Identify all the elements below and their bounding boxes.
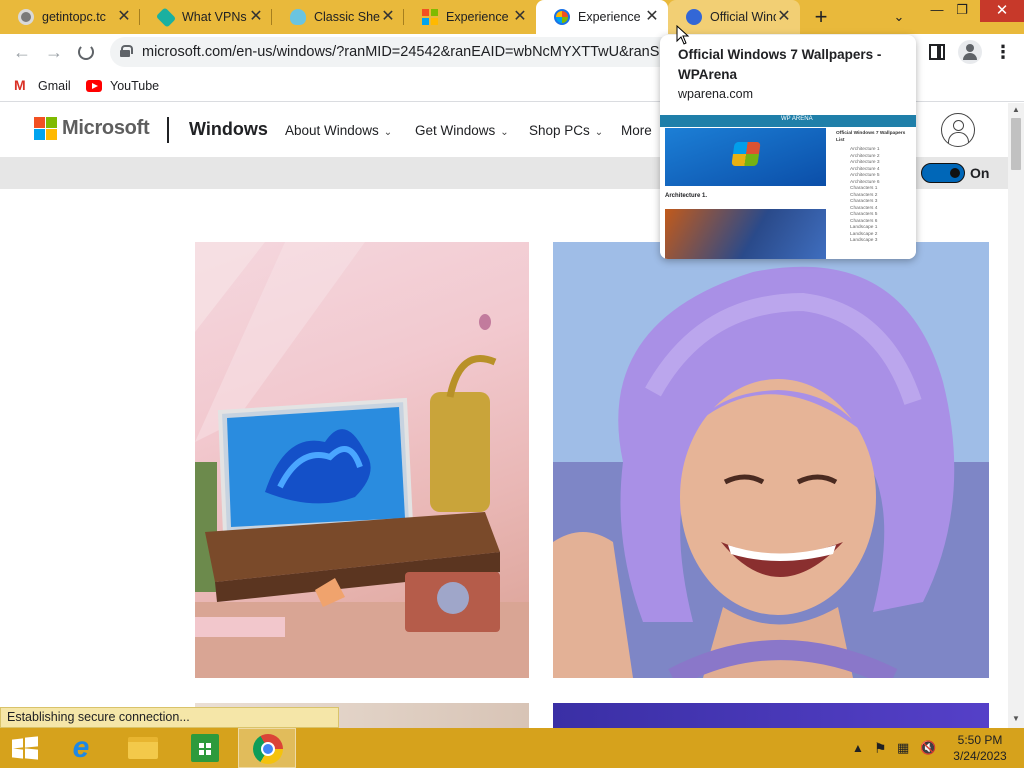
- tab-search-button[interactable]: ⌄: [888, 6, 910, 28]
- tab-title: Classic Shell: [314, 10, 380, 24]
- preview-side-list: Official Windows 7 Wallpapers List Archi…: [836, 131, 912, 245]
- tab-vpns[interactable]: What VPNs c ✕: [140, 0, 272, 34]
- smiling-woman-photo: [553, 242, 989, 678]
- hero-image-laptop[interactable]: [195, 242, 529, 678]
- internet-explorer-icon: e: [72, 731, 90, 764]
- hero-image-lower-right[interactable]: [553, 703, 989, 728]
- minimize-button[interactable]: —: [926, 0, 948, 22]
- profile-icon[interactable]: [958, 40, 982, 64]
- tab-title: Official Wind: [710, 10, 776, 24]
- bookmark-youtube[interactable]: YouTube: [86, 76, 159, 96]
- network-icon[interactable]: ▦: [897, 728, 909, 768]
- forward-button[interactable]: →: [42, 40, 66, 64]
- menu-icon[interactable]: ⋮: [994, 40, 1012, 64]
- hero-image-woman[interactable]: [553, 242, 989, 678]
- microsoft-logo-icon: [422, 9, 438, 25]
- mouse-cursor-icon: [676, 25, 690, 45]
- chevron-down-icon: ⌄: [383, 127, 393, 138]
- close-tab-icon[interactable]: ✕: [776, 9, 792, 25]
- shell-icon: [290, 9, 306, 25]
- tab-title: Experience t: [446, 10, 512, 24]
- taskbar-chrome[interactable]: [238, 728, 296, 768]
- nav-get-windows[interactable]: Get Windows ⌄: [415, 123, 509, 138]
- taskbar-store[interactable]: [176, 728, 234, 768]
- chrome-icon: [253, 734, 283, 764]
- vpn-site-icon: [155, 6, 177, 28]
- scroll-down-arrow-icon[interactable]: ▼: [1008, 712, 1024, 726]
- windows-brand[interactable]: Windows: [189, 119, 268, 140]
- windows-start-icon[interactable]: [12, 736, 38, 760]
- preview-side-item: Landscape 3: [850, 238, 878, 243]
- lock-icon[interactable]: [120, 45, 133, 57]
- toggle-switch[interactable]: [921, 163, 965, 183]
- volume-muted-icon[interactable]: 🔇: [920, 728, 936, 768]
- tray-overflow-icon[interactable]: ▲: [852, 728, 864, 768]
- tab-classic-shell[interactable]: Classic Shell ✕: [272, 0, 404, 34]
- hover-card-title: Official Windows 7 Wallpapers - WPArena: [678, 47, 882, 82]
- clock-time: 5:50 PM: [957, 733, 1003, 747]
- preview-site-name: WP ARENA: [781, 116, 813, 122]
- taskbar-file-explorer[interactable]: [114, 728, 172, 768]
- close-window-button[interactable]: ✕: [980, 0, 1024, 22]
- nav-about-windows[interactable]: About Windows ⌄: [285, 123, 392, 138]
- tab-title: Experience t: [578, 10, 644, 24]
- microsoft-brand[interactable]: Microsoft: [62, 117, 150, 140]
- taskbar-clock[interactable]: 5:50 PM 3/24/2023: [945, 732, 1015, 764]
- close-tab-icon[interactable]: ✕: [512, 9, 528, 25]
- preview-caption: Architecture 1.: [665, 193, 708, 199]
- tab-getintopc[interactable]: getintopc.tc ✕: [0, 0, 140, 34]
- youtube-icon: [86, 80, 102, 92]
- bookmark-label: YouTube: [110, 79, 160, 93]
- action-center-flag-icon[interactable]: ⚑: [874, 728, 887, 768]
- stop-loading-button[interactable]: [74, 40, 98, 64]
- toggle-label: On: [970, 165, 990, 181]
- hover-card-domain: wparena.com: [678, 87, 754, 101]
- wparena-icon: [686, 9, 702, 25]
- laptop-scene-illustration: [195, 242, 529, 678]
- scroll-thumb[interactable]: [1011, 118, 1021, 170]
- account-icon[interactable]: [941, 113, 975, 147]
- header-divider: [167, 117, 169, 143]
- new-tab-button[interactable]: +: [808, 4, 834, 30]
- globe-icon: [18, 9, 34, 25]
- gmail-icon: [14, 77, 30, 93]
- side-panel-icon[interactable]: [929, 44, 945, 60]
- close-tab-icon[interactable]: ✕: [248, 9, 264, 25]
- tab-title: What VPNs c: [182, 10, 248, 24]
- nav-shop-pcs[interactable]: Shop PCs ⌄: [529, 123, 603, 138]
- spinner-icon: [78, 44, 94, 60]
- bookmark-label: Gmail: [38, 79, 71, 93]
- tab-hover-card: Official Windows 7 Wallpapers - WPArena …: [660, 35, 916, 259]
- tab-title: getintopc.tc: [42, 10, 106, 24]
- store-icon: [191, 734, 219, 762]
- loading-icon: [554, 9, 570, 25]
- clock-date: 3/24/2023: [953, 749, 1007, 763]
- status-bubble: Establishing secure connection...: [0, 707, 339, 728]
- close-tab-icon[interactable]: ✕: [644, 9, 660, 25]
- tab-experience-active[interactable]: Experience t ✕: [536, 0, 668, 34]
- scroll-up-arrow-icon[interactable]: ▲: [1008, 103, 1024, 117]
- folder-icon: [128, 737, 158, 759]
- microsoft-logo-icon[interactable]: [34, 117, 57, 140]
- page-scrollbar[interactable]: [1008, 103, 1024, 728]
- hover-card-preview: WP ARENA Architecture 1. Official Window…: [660, 115, 916, 259]
- windows-taskbar: e ▲ ⚑ ▦ 🔇 5:50 PM 3/24/2023: [0, 728, 1024, 768]
- close-tab-icon[interactable]: ✕: [116, 9, 132, 25]
- url-text[interactable]: microsoft.com/en-us/windows/?ranMID=2454…: [142, 44, 662, 60]
- chevron-down-icon: ⌄: [500, 127, 509, 138]
- back-button[interactable]: ←: [10, 40, 34, 64]
- chevron-down-icon: ⌄: [594, 127, 604, 138]
- taskbar-internet-explorer[interactable]: e: [52, 728, 110, 768]
- close-tab-icon[interactable]: ✕: [380, 9, 396, 25]
- preview-wallpaper-image: [665, 209, 826, 259]
- bookmark-gmail[interactable]: Gmail: [14, 76, 71, 96]
- preview-wallpaper-image: [665, 128, 826, 186]
- tab-experience-1[interactable]: Experience t ✕: [404, 0, 536, 34]
- nav-more[interactable]: More: [621, 123, 652, 138]
- restore-button[interactable]: ❐: [951, 0, 973, 22]
